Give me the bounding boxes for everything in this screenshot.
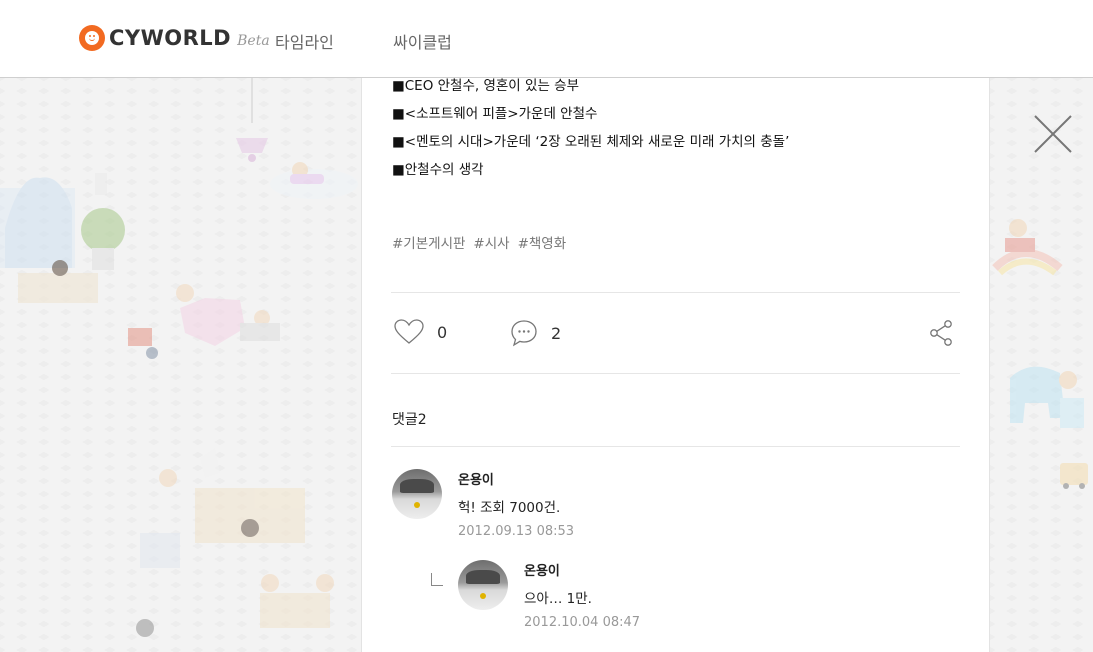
post-body: ■CEO 안철수, 영혼이 있는 승부 ■<소프트웨어 피플>가운데 안철수 ■… bbox=[392, 78, 789, 184]
tag-link[interactable]: #기본게시판 bbox=[392, 232, 465, 252]
post-body-line: ■CEO 안철수, 영혼이 있는 승부 bbox=[392, 78, 579, 94]
nav-timeline[interactable]: 타임라인 bbox=[275, 29, 334, 53]
logo-beta-label: Beta bbox=[237, 33, 270, 49]
reply-item: 온용이 으아… 1만. 2012.10.04 08:47 bbox=[458, 560, 640, 630]
comment-text: 헉! 조회 7000건. bbox=[458, 500, 561, 516]
logo-text: CYWORLD bbox=[109, 26, 232, 50]
speech-bubble-icon bbox=[511, 320, 537, 347]
tag-link[interactable]: #책영화 bbox=[518, 232, 567, 252]
comment-author[interactable]: 온용이 bbox=[458, 469, 574, 488]
comment-date: 2012.09.13 08:53 bbox=[458, 524, 575, 539]
divider bbox=[391, 373, 960, 374]
comment-count-button[interactable]: 2 bbox=[510, 319, 561, 347]
comment-count: 2 bbox=[551, 323, 562, 343]
comment-text: 으아… 1만. bbox=[524, 591, 592, 607]
post-content-panel: ■CEO 안철수, 영혼이 있는 승부 ■<소프트웨어 피플>가운데 안철수 ■… bbox=[361, 78, 990, 652]
post-body-line: ■<멘토의 시대>가운데 ‘2장 오래된 체제와 새로운 미래 가치의 충돌’ bbox=[392, 134, 790, 150]
tag-link[interactable]: #시사 bbox=[473, 232, 509, 252]
top-header: CYWORLD Beta 타임라인 싸이클럽 bbox=[0, 0, 1093, 78]
background-illustration-right bbox=[992, 219, 1088, 489]
close-icon[interactable] bbox=[1034, 115, 1072, 153]
post-body-line: ■안철수의 생각 bbox=[392, 162, 484, 178]
nav-cyclub[interactable]: 싸이클럽 bbox=[393, 29, 452, 53]
reply-indicator-icon bbox=[431, 573, 443, 586]
like-count: 0 bbox=[437, 322, 448, 342]
avatar[interactable] bbox=[458, 560, 508, 610]
share-icon[interactable] bbox=[929, 320, 953, 346]
avatar[interactable] bbox=[392, 469, 442, 519]
cyworld-logo[interactable]: CYWORLD Beta bbox=[79, 25, 270, 51]
post-body-line: ■<소프트웨어 피플>가운데 안철수 bbox=[392, 106, 598, 122]
heart-icon bbox=[394, 319, 424, 344]
comments-heading: 댓글2 bbox=[392, 412, 427, 428]
tag-list: #기본게시판 #시사 #책영화 bbox=[392, 232, 574, 252]
divider bbox=[391, 292, 960, 293]
comment-author[interactable]: 온용이 bbox=[524, 560, 640, 579]
comment-date: 2012.10.04 08:47 bbox=[524, 615, 641, 630]
comment-item: 온용이 헉! 조회 7000건. 2012.09.13 08:53 bbox=[392, 469, 574, 539]
divider bbox=[391, 446, 960, 447]
background-illustration-left bbox=[0, 78, 358, 637]
cyworld-logo-icon bbox=[79, 25, 105, 51]
like-button[interactable]: 0 bbox=[394, 319, 447, 345]
